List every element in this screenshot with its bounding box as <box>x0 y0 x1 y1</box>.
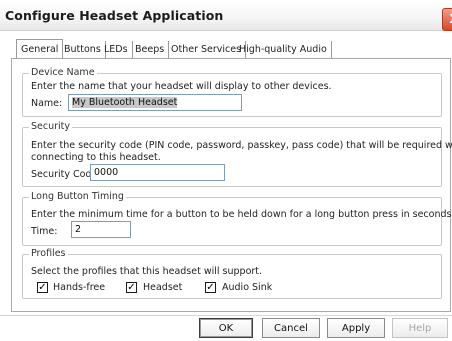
tab-beeps[interactable]: Beeps <box>131 41 170 58</box>
tab-high-quality-audio[interactable]: High-quality Audio <box>235 41 332 58</box>
help-button[interactable]: Help <box>392 318 448 338</box>
button-bar-separator <box>0 315 452 316</box>
time-label: Time: <box>31 226 58 237</box>
security-description-line1: Enter the security code (PIN code, passw… <box>31 140 452 151</box>
tab-general[interactable]: General <box>16 39 64 59</box>
name-field[interactable]: My Bluetooth Headset <box>68 94 242 111</box>
long-button-timing-group-title: Long Button Timing <box>29 191 126 202</box>
configure-headset-window: Configure Headset Application X General … <box>0 0 452 341</box>
tab-buttons[interactable]: Buttons <box>60 41 106 58</box>
hands-free-checkbox[interactable]: ✓ <box>37 282 48 293</box>
audio-sink-checkbox[interactable]: ✓ <box>205 282 216 293</box>
name-field-value: My Bluetooth Headset <box>72 97 178 108</box>
time-field[interactable]: 2 <box>71 221 131 238</box>
profiles-description: Select the profiles that this headset wi… <box>31 266 263 277</box>
device-name-description: Enter the name that your headset will di… <box>31 81 332 92</box>
security-description-line2: connecting to this headset. <box>31 152 161 163</box>
name-label: Name: <box>31 98 63 109</box>
ok-button[interactable]: OK <box>199 318 253 338</box>
audio-sink-label: Audio Sink <box>222 282 273 293</box>
close-button[interactable]: X <box>442 8 452 31</box>
headset-label: Headset <box>143 282 183 293</box>
headset-checkbox[interactable]: ✓ <box>126 282 137 293</box>
long-button-description: Enter the minimum time for a button to b… <box>31 209 452 220</box>
window-title: Configure Headset Application <box>5 8 224 23</box>
security-group-title: Security <box>29 121 73 132</box>
apply-button[interactable]: Apply <box>327 318 385 338</box>
cancel-button[interactable]: Cancel <box>262 318 320 338</box>
profiles-group-title: Profiles <box>29 248 68 259</box>
hands-free-label: Hands-free <box>53 282 106 293</box>
tab-leds[interactable]: LEDs <box>100 41 133 58</box>
security-code-field[interactable]: 0000 <box>90 164 225 181</box>
device-name-group-title: Device Name <box>29 67 97 78</box>
title-bar: Configure Headset Application X <box>0 0 452 31</box>
